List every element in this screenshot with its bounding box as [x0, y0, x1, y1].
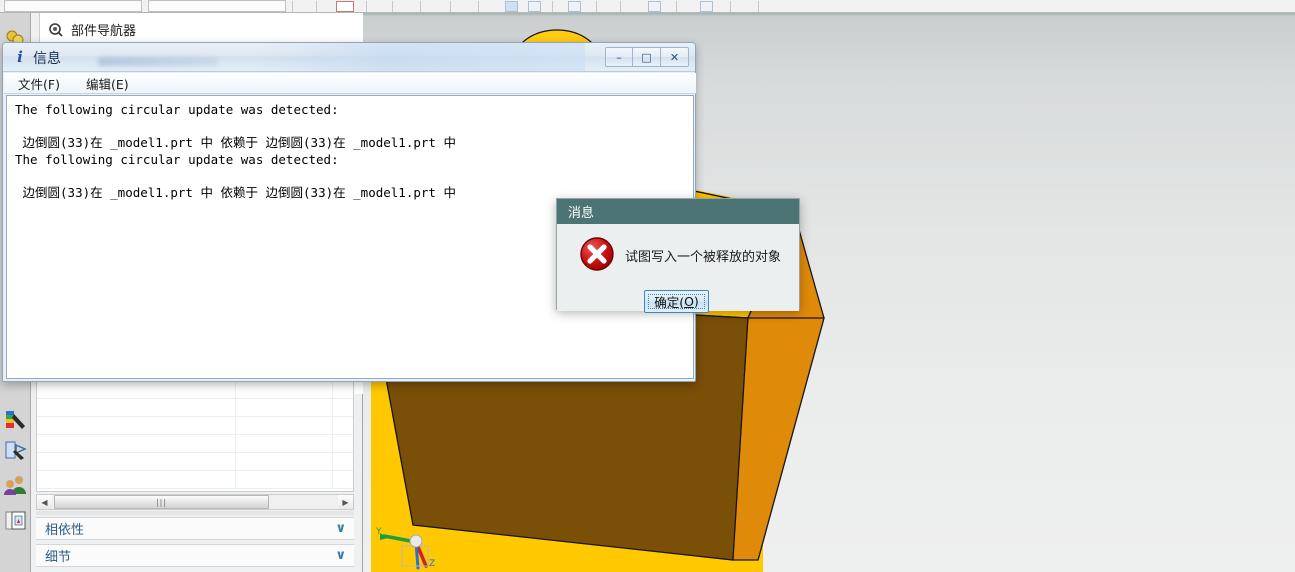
message-dialog[interactable]: 消息 试图写入一个被释放的对象 确定(O): [556, 198, 800, 313]
column-divider: [235, 399, 236, 416]
message-dialog-text: 试图写入一个被释放的对象: [625, 250, 782, 265]
table-row[interactable]: [37, 399, 353, 417]
maximize-button[interactable]: □: [633, 47, 661, 67]
scrollbar-track[interactable]: |||: [52, 495, 338, 509]
toolbar-separator-2: [316, 1, 317, 12]
toolbar-separator-11: [676, 1, 677, 12]
column-divider: [332, 417, 333, 434]
toolbar-separator-5: [420, 1, 421, 12]
toolbar-separator-10: [620, 1, 621, 12]
message-dialog-titlebar[interactable]: 消息: [557, 199, 799, 224]
title-ghost-text: [98, 57, 218, 66]
toolbar-button-11[interactable]: [700, 1, 713, 12]
information-window-titlebar[interactable]: i 信息 – □ ✕: [3, 43, 695, 72]
wcs-triad: Y Z: [375, 527, 435, 570]
minimize-button[interactable]: –: [605, 47, 633, 67]
toolbar-separator-6: [450, 1, 451, 12]
close-button[interactable]: ✕: [661, 47, 689, 67]
info-italic-i-icon: i: [17, 48, 23, 66]
toolbar-strip[interactable]: [0, 0, 1295, 13]
toolbar-separator-9: [596, 1, 597, 12]
part-navigator-title: 部件导航器: [71, 24, 137, 39]
column-divider: [332, 435, 333, 452]
table-row[interactable]: [37, 435, 353, 453]
window-button-group[interactable]: – □ ✕: [605, 47, 689, 67]
toolbar-button-8[interactable]: [528, 1, 541, 12]
chevron-down-icon[interactable]: ∨: [335, 521, 346, 536]
part-navigator-icon: [49, 22, 63, 37]
column-divider: [332, 453, 333, 470]
svg-text:Z: Z: [429, 559, 435, 569]
reuse-library-icon[interactable]: [3, 438, 28, 463]
message-dialog-title: 消息: [568, 206, 595, 221]
part-navigator-tree-rows[interactable]: [36, 381, 354, 492]
horizontal-scrollbar[interactable]: ◀ ||| ▶: [36, 494, 354, 510]
section-details[interactable]: 细节 ∨: [36, 544, 354, 567]
column-divider: [332, 381, 333, 398]
toolbar-separator-8: [552, 1, 553, 12]
scroll-right-arrow[interactable]: ▶: [338, 495, 353, 509]
toolbar-button-red[interactable]: [336, 1, 354, 12]
toolbar-separator-3: [366, 1, 367, 12]
svg-text:Y: Y: [375, 527, 382, 537]
error-circle-x-icon: [580, 237, 614, 271]
toolbar-separator-1: [292, 1, 293, 12]
column-divider: [235, 381, 236, 398]
toolbar-combo-2[interactable]: [148, 0, 286, 12]
table-row[interactable]: [37, 453, 353, 471]
scroll-left-arrow[interactable]: ◀: [37, 495, 52, 509]
toolbar-combo-1[interactable]: [4, 0, 142, 12]
ok-button[interactable]: 确定(O): [644, 290, 709, 313]
ok-label-suffix: ): [693, 294, 699, 309]
section-dependencies[interactable]: 相依性 ∨: [36, 517, 354, 540]
ok-label-key: O: [684, 294, 694, 309]
palette-pen-icon[interactable]: [3, 408, 28, 433]
toolbar-button-10[interactable]: [648, 1, 661, 12]
section-dependencies-label: 相依性: [45, 523, 85, 538]
column-divider: [332, 399, 333, 416]
menu-file[interactable]: 文件(F): [14, 72, 64, 95]
toolbar-separator-12: [730, 1, 731, 12]
column-divider: [235, 453, 236, 470]
toolbar-separator-13: [758, 1, 759, 12]
ok-button-label: 确定(O): [648, 294, 705, 310]
toolbar-button-blue-1[interactable]: [505, 1, 518, 12]
table-row[interactable]: [37, 381, 353, 399]
information-window-title: 信息: [33, 51, 61, 67]
column-divider: [332, 471, 333, 488]
scrollbar-shadow: [36, 511, 354, 515]
information-log-text: The following circular update was detect…: [15, 102, 456, 200]
table-row[interactable]: [37, 417, 353, 435]
ok-label-prefix: 确定(: [654, 295, 685, 310]
column-divider: [235, 435, 236, 452]
toolbar-separator-7: [478, 1, 479, 12]
menu-edit[interactable]: 编辑(E): [82, 72, 133, 95]
roles-icon[interactable]: [3, 473, 28, 498]
scrollbar-thumb[interactable]: |||: [54, 495, 269, 509]
message-dialog-body: 试图写入一个被释放的对象 确定(O): [557, 224, 799, 313]
chevron-down-icon[interactable]: ∨: [335, 548, 346, 563]
column-divider: [235, 417, 236, 434]
column-divider: [235, 471, 236, 488]
toolbar-button-9[interactable]: [568, 1, 581, 12]
toolbar-separator-4: [392, 1, 393, 12]
history-icon[interactable]: [3, 508, 28, 533]
table-row[interactable]: [37, 471, 353, 489]
information-window-menubar[interactable]: 文件(F) 编辑(E): [4, 73, 696, 94]
section-details-label: 细节: [45, 550, 72, 565]
nx-application-window: PLM 之家 www.plmhome.com Y Z: [0, 0, 1295, 572]
